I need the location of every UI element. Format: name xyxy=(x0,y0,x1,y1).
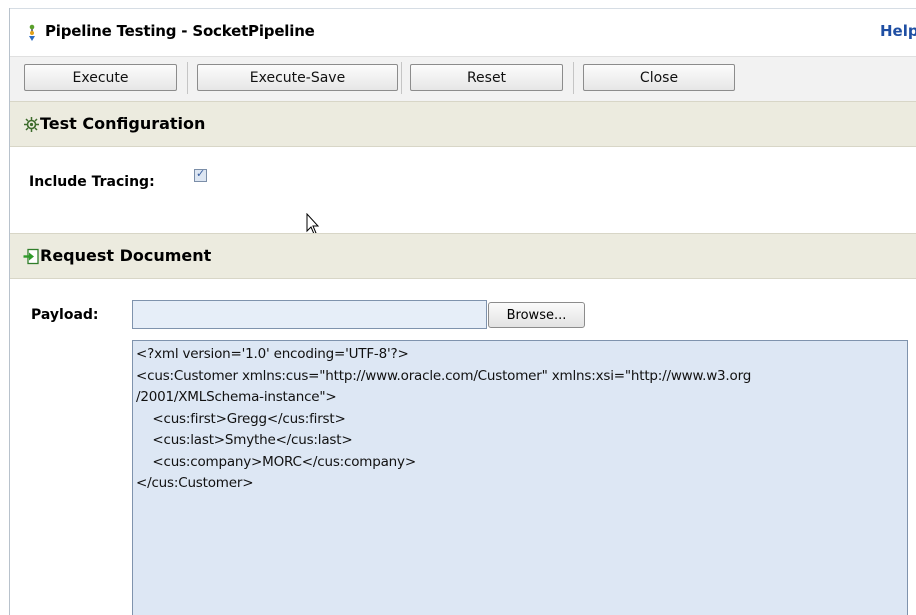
include-tracing-checkbox[interactable]: ✓ xyxy=(194,167,207,182)
checkmark-icon: ✓ xyxy=(196,167,206,180)
xml-line: <cus:first>Gregg</cus:first> xyxy=(136,410,346,427)
page-title: Pipeline Testing - SocketPipeline xyxy=(45,22,315,40)
close-button[interactable]: Close xyxy=(583,64,735,91)
xml-payload-textarea[interactable]: <?xml version='1.0' encoding='UTF-8'?> <… xyxy=(132,340,908,615)
execute-button[interactable]: Execute xyxy=(24,64,177,91)
toolbar-separator xyxy=(573,62,574,94)
help-link[interactable]: Help xyxy=(880,22,916,40)
payload-label: Payload: xyxy=(31,307,99,323)
pipeline-icon xyxy=(29,24,35,41)
xml-line: </cus:Customer> xyxy=(136,475,254,491)
xml-line: <cus:company>MORC</cus:company> xyxy=(136,453,416,470)
document-arrow-icon xyxy=(23,248,39,265)
section-title: Test Configuration xyxy=(40,114,206,133)
toolbar-separator xyxy=(187,62,188,94)
xml-line: <?xml version='1.0' encoding='UTF-8'?> xyxy=(136,346,409,362)
gear-bug-icon xyxy=(24,117,39,132)
title-bar: Pipeline Testing - SocketPipeline Help xyxy=(10,9,916,55)
reset-button[interactable]: Reset xyxy=(410,64,563,91)
include-tracing-label: Include Tracing: xyxy=(29,174,155,190)
xml-line: /2001/XMLSchema-instance"> xyxy=(136,389,337,405)
execute-save-button[interactable]: Execute-Save xyxy=(197,64,398,91)
xml-line: <cus:last>Smythe</cus:last> xyxy=(136,432,353,448)
payload-file-input[interactable] xyxy=(132,300,487,329)
browse-button[interactable]: Browse... xyxy=(488,302,585,328)
toolbar-separator xyxy=(401,62,402,94)
test-configuration-header[interactable]: Test Configuration xyxy=(10,101,916,147)
xml-line: <cus:Customer xmlns:cus="http://www.orac… xyxy=(136,367,752,384)
request-document-header[interactable]: Request Document xyxy=(10,233,916,279)
toolbar: Execute Execute-Save Reset Close xyxy=(10,56,916,102)
section-title: Request Document xyxy=(40,246,212,265)
